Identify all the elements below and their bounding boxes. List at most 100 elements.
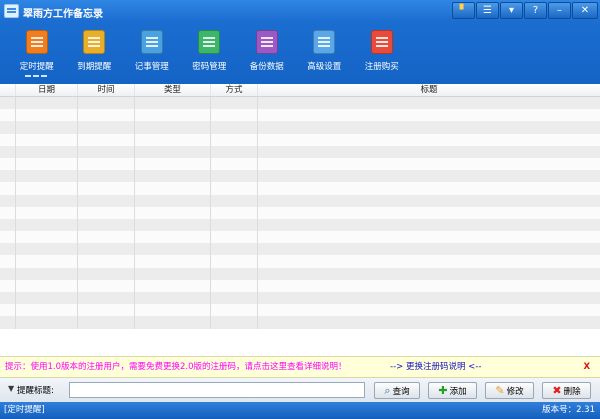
chevron-down-icon: ▾: [508, 5, 515, 16]
column-header-date[interactable]: 日期: [16, 84, 78, 96]
table-row[interactable]: [0, 194, 600, 207]
table-cell: [16, 121, 78, 134]
table-cell: [135, 157, 211, 171]
table-row[interactable]: [0, 170, 600, 183]
reminder-table[interactable]: 日期 时间 类型 方式 标题: [0, 84, 600, 354]
table-cell: [16, 316, 78, 329]
reminder-title-input[interactable]: [69, 382, 365, 398]
tool-timed-reminder[interactable]: 定时提醒: [8, 26, 66, 80]
table-row[interactable]: [0, 267, 600, 280]
query-button[interactable]: ⌕ 查询: [374, 382, 420, 399]
table-cell: [258, 268, 600, 280]
skin-button[interactable]: ▘: [452, 2, 475, 19]
notice-text[interactable]: 提示：使用1.0版本的注册用户，需要免费更换2.0版的注册码，请点击这里查看详细…: [5, 357, 347, 378]
edit-button[interactable]: ✎ 修改: [485, 382, 534, 399]
column-header-time[interactable]: 时间: [78, 84, 135, 96]
tool-settings[interactable]: 高级设置: [296, 26, 354, 80]
table-cell: [78, 267, 135, 280]
table-row[interactable]: [0, 255, 600, 268]
table-cell: [211, 304, 258, 317]
table-row[interactable]: [0, 279, 600, 292]
table-row[interactable]: [0, 157, 600, 171]
table-cell: [135, 121, 211, 134]
settings-gear-icon: [313, 30, 336, 54]
notepad-icon: [140, 30, 163, 54]
help-button[interactable]: ?: [524, 2, 547, 19]
column-header-title[interactable]: 标题: [258, 84, 600, 96]
minimize-button[interactable]: –: [548, 2, 571, 19]
table-cell: [211, 316, 258, 329]
table-row[interactable]: [0, 243, 600, 256]
table-row[interactable]: [0, 218, 600, 232]
table-cell: [211, 231, 258, 244]
table-cell: [258, 292, 600, 304]
table-row[interactable]: [0, 182, 600, 195]
notice-close-button[interactable]: X: [583, 357, 590, 378]
table-row[interactable]: [0, 109, 600, 122]
tool-label: 到期提醒: [77, 62, 112, 72]
column-header-type[interactable]: 类型: [135, 84, 211, 96]
status-bar: [定时提醒] 版本号：2.31: [0, 402, 600, 419]
table-row[interactable]: [0, 316, 600, 329]
table-cell: [0, 218, 16, 232]
edit-button-label: 修改: [506, 386, 524, 397]
table-row[interactable]: [0, 231, 600, 244]
table-cell: [258, 146, 600, 158]
table-cell: [135, 304, 211, 317]
table-cell: [258, 97, 600, 109]
table-cell: [78, 145, 135, 158]
table-row[interactable]: [0, 304, 600, 317]
close-button[interactable]: ✕: [572, 2, 598, 19]
table-cell: [0, 145, 16, 158]
app-icon: [4, 4, 19, 18]
table-cell: [211, 97, 258, 110]
table-cell: [135, 97, 211, 110]
table-header: 日期 时间 类型 方式 标题: [0, 84, 600, 97]
tool-register[interactable]: 注册购买: [353, 26, 411, 80]
table-cell: [258, 231, 600, 243]
table-cell: [0, 157, 16, 171]
tool-label: 密码管理: [192, 62, 227, 72]
table-row[interactable]: [0, 121, 600, 134]
table-cell: [211, 243, 258, 256]
table-cell: [135, 255, 211, 268]
table-cell: [78, 218, 135, 232]
table-row[interactable]: [0, 145, 600, 158]
table-row[interactable]: [0, 133, 600, 146]
column-header-method[interactable]: 方式: [211, 84, 258, 96]
table-cell: [211, 279, 258, 292]
add-button-label: 添加: [449, 386, 467, 397]
add-button[interactable]: ✚ 添加: [428, 382, 477, 399]
column-header-select[interactable]: [0, 84, 16, 96]
register-buy-icon: [370, 30, 393, 54]
table-cell: [211, 267, 258, 280]
table-cell: [78, 133, 135, 146]
delete-button[interactable]: ✖ 删除: [542, 382, 591, 399]
table-cell: [258, 158, 600, 170]
tool-label: 记事管理: [134, 62, 169, 72]
table-cell: [0, 109, 16, 122]
menu-icon: ☰: [483, 5, 492, 16]
tool-backup[interactable]: 备份数据: [238, 26, 296, 80]
table-cell: [135, 133, 211, 146]
table-cell: [0, 255, 16, 268]
triangle-down-icon[interactable]: ▼: [8, 384, 14, 393]
table-row[interactable]: [0, 97, 600, 110]
table-cell: [0, 267, 16, 280]
calendar-check-icon: [83, 30, 106, 54]
table-row[interactable]: [0, 206, 600, 219]
tool-notes[interactable]: 记事管理: [123, 26, 181, 80]
change-code-link[interactable]: --> 更换注册码说明 <--: [390, 357, 481, 378]
tool-expiry-reminder[interactable]: 到期提醒: [66, 26, 124, 80]
table-cell: [16, 218, 78, 232]
table-cell: [78, 206, 135, 219]
tool-passwords[interactable]: 密码管理: [181, 26, 239, 80]
search-controls: ▼ 提醒标题: ⌕ 查询 ✚ 添加 ✎ 修改 ✖ 删除: [0, 378, 600, 402]
dropdown-button[interactable]: ▾: [500, 2, 523, 19]
menu-button[interactable]: ☰: [476, 2, 499, 19]
table-cell: [0, 231, 16, 244]
notice-bar: 提示：使用1.0版本的注册用户，需要免费更换2.0版的注册码，请点击这里查看详细…: [0, 356, 600, 378]
table-cell: [211, 157, 258, 171]
table-cell: [78, 97, 135, 110]
table-row[interactable]: [0, 292, 600, 305]
